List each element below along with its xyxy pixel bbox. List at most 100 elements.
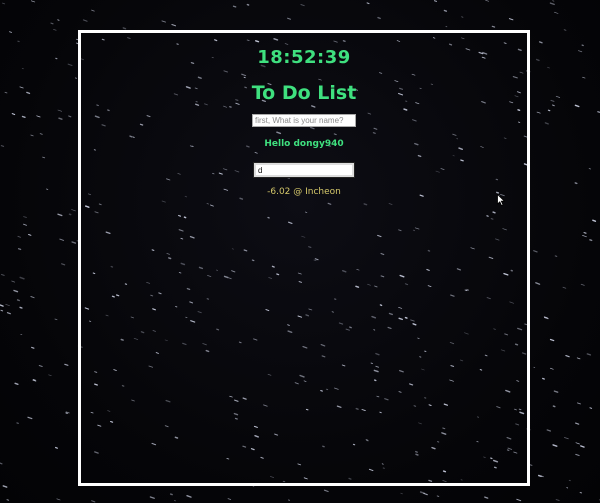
star [535,58,540,62]
star [552,0,555,2]
star [536,111,541,114]
star [535,282,541,285]
star [574,182,578,185]
star [544,122,549,125]
star [433,0,438,2]
star [580,445,585,448]
star [552,444,558,447]
star [419,491,425,494]
star [9,31,13,33]
star [546,429,552,432]
star [65,412,68,414]
star [19,306,23,309]
star [287,17,292,20]
star [583,232,587,234]
star [0,145,5,147]
star [516,498,522,502]
star [589,407,593,409]
star [48,374,52,377]
star [436,495,440,497]
star [542,377,545,380]
todo-input[interactable] [253,162,355,178]
star [592,219,597,222]
star [6,312,11,315]
star [491,25,496,28]
star [0,462,3,465]
greeting-text: Hello dongy940 [264,139,344,149]
star [36,115,41,118]
star [58,117,63,120]
page-title: To Do List [251,82,357,104]
star [555,95,561,98]
star [549,2,555,6]
star [366,2,370,5]
star [5,303,10,307]
star [17,248,22,251]
star [576,357,581,360]
star [547,109,551,112]
star [582,76,586,79]
star [57,19,60,21]
star [14,382,19,386]
star [6,499,10,501]
mouse-cursor-icon [497,194,505,206]
star [169,493,173,496]
star [30,296,35,299]
star [71,209,76,212]
star [549,338,555,342]
star [4,91,8,94]
background-stage: 18:52:39 To Do List Hello dongy940 -6.02… [0,0,600,503]
star [551,104,555,107]
star [59,238,65,241]
name-input[interactable] [252,114,356,127]
star [11,280,16,283]
star [23,216,27,218]
star [586,353,592,356]
star [171,23,177,27]
star [53,28,57,31]
star [54,446,59,449]
star [554,255,558,257]
star [588,168,591,170]
star [64,363,69,366]
star [538,41,543,44]
star [56,498,61,501]
star [28,234,32,236]
star [42,156,46,159]
star [2,485,8,488]
star [1,273,5,276]
star [400,492,403,495]
star [300,4,305,7]
star [227,498,232,500]
star [562,286,567,289]
star [68,115,72,118]
star [11,113,16,116]
star [17,235,21,238]
star [485,0,490,2]
star [27,416,33,420]
star [122,27,127,30]
star [82,19,88,22]
star [38,364,43,368]
star [232,5,237,8]
star [575,442,580,445]
star [91,9,95,12]
star [575,453,580,457]
star [26,91,31,95]
star [16,299,21,302]
star [323,489,329,493]
star [582,235,587,238]
star [54,318,58,321]
todo-frame: 18:52:39 To Do List Hello dongy940 -6.02… [78,30,530,486]
star [377,16,381,20]
star [574,104,580,108]
star [547,66,550,69]
star [91,500,96,503]
star [549,367,554,370]
star [21,115,26,118]
star [553,390,559,393]
star [57,213,63,217]
star [186,495,192,498]
star [23,223,27,226]
weather-text: -6.02 @ Incheon [267,187,341,197]
